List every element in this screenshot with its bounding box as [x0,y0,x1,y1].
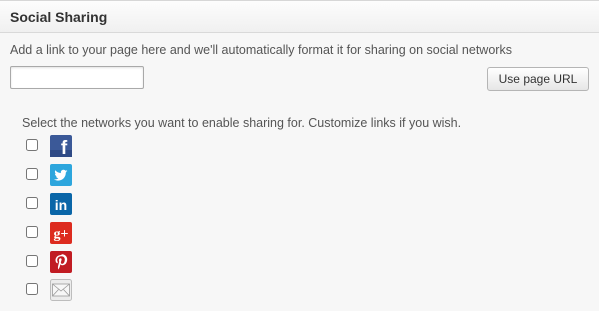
network-row-twitter [26,164,86,192]
pinterest-icon [50,251,72,273]
link-instructions: Add a link to your page here and we'll a… [10,43,512,57]
network-row-facebook: f [26,135,86,163]
network-row-email [26,279,86,307]
google-plus-checkbox[interactable] [26,226,38,238]
network-row-google-plus: g+ [26,222,86,250]
facebook-icon: f [50,135,72,157]
twitter-icon [50,164,72,186]
facebook-checkbox[interactable] [26,139,38,151]
network-row-linkedin: in [26,193,86,221]
networks-instructions: Select the networks you want to enable s… [22,116,462,130]
social-sharing-panel: Social Sharing Add a link to your page h… [0,0,599,311]
panel-title: Social Sharing [10,9,108,25]
email-checkbox[interactable] [26,283,38,295]
email-icon [50,279,72,301]
link-url-input[interactable] [10,66,144,89]
linkedin-icon: in [50,193,72,215]
google-plus-glyph: g+ [54,227,69,242]
linkedin-glyph: in [55,197,67,213]
google-plus-icon: g+ [50,222,72,244]
use-page-url-button[interactable]: Use page URL [487,67,589,91]
panel-header: Social Sharing [0,0,599,33]
network-row-pinterest [26,251,86,279]
facebook-glyph: f [61,138,68,157]
pinterest-checkbox[interactable] [26,255,38,267]
linkedin-checkbox[interactable] [26,197,38,209]
twitter-checkbox[interactable] [26,168,38,180]
